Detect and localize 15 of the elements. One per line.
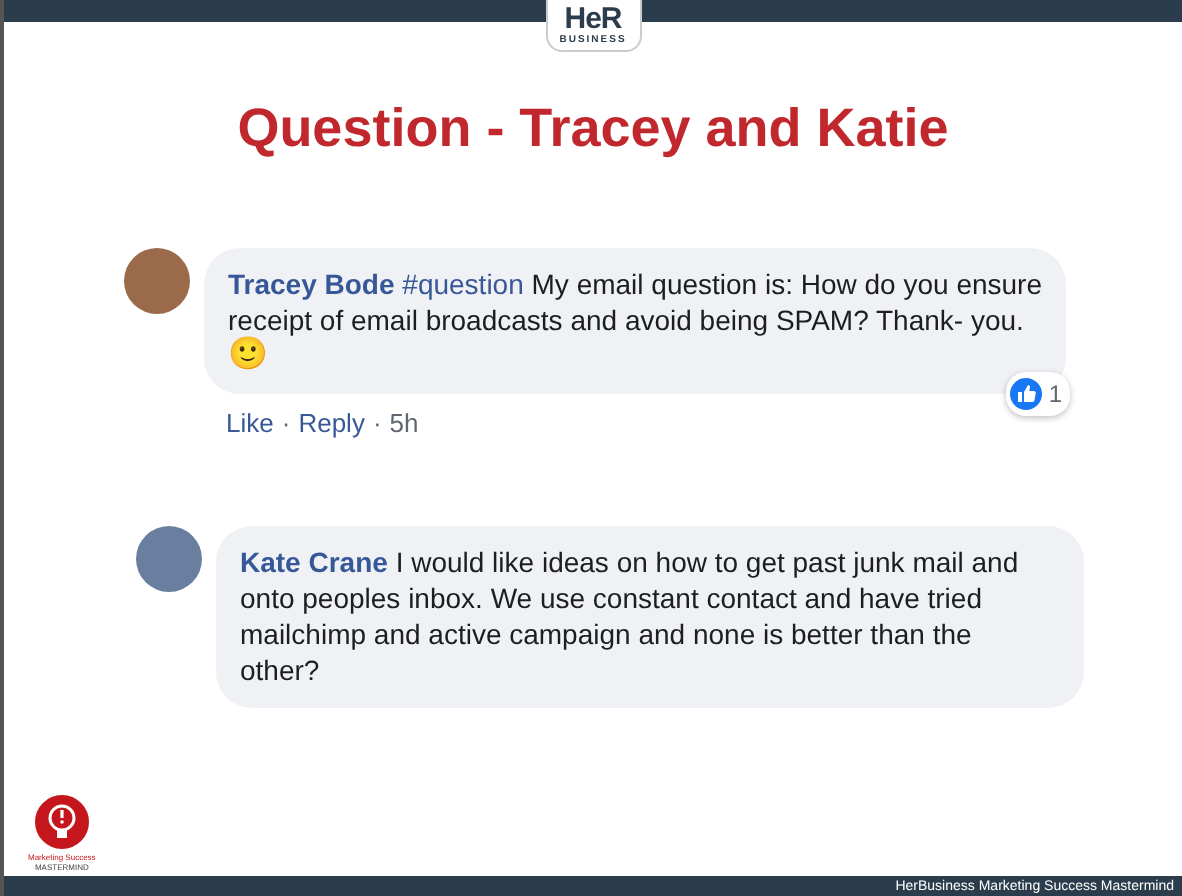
comment-action-link[interactable]: Reply: [298, 408, 365, 438]
lightbulb-logo-icon: [31, 792, 92, 852]
comment-time: 5h: [389, 408, 419, 438]
thumbs-up-icon: [1010, 378, 1043, 410]
slide-title: Question - Tracey and Katie: [235, 98, 951, 160]
avatar: [136, 526, 202, 592]
separator-dot: ·: [372, 408, 382, 438]
comment-text: Tracey Bode #question My email question is: How do you ensure receipt of email broadcasts and avoid being SPAM? Thank- you.: [228, 268, 1042, 336]
smiley-emoji: 🙂: [228, 338, 270, 374]
avatar: [124, 248, 190, 314]
separator-dot: ·: [281, 408, 291, 438]
reaction-count: 1: [1006, 372, 1070, 416]
comment-text: Kate Crane I would like ideas on how to get past junk mail and onto peoples inbox. We use constant contact and have tried mailchimp and active campaign and none is better than the other?: [240, 546, 1019, 686]
comment-action-link[interactable]: Like: [226, 408, 274, 438]
logo-text: HeR: [564, 4, 622, 34]
